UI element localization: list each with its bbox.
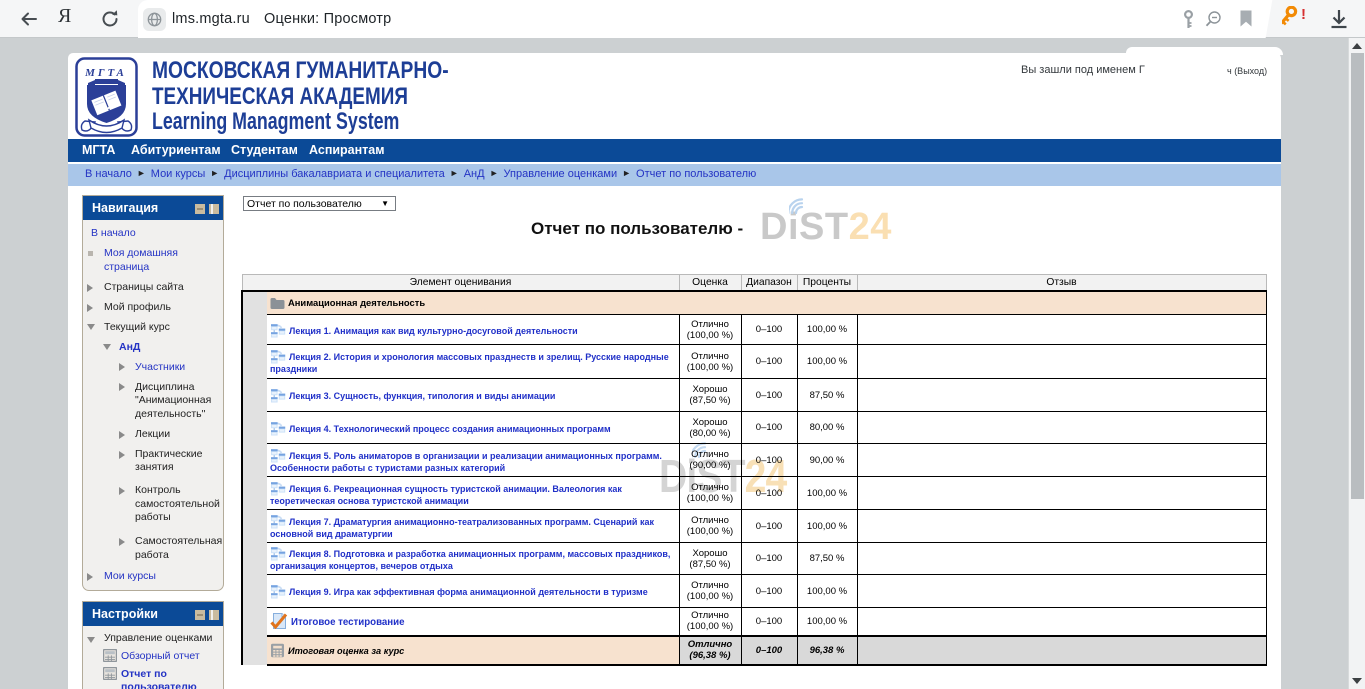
svg-text:МГТА: МГТА	[84, 67, 127, 79]
svg-text:!: !	[1301, 6, 1306, 23]
